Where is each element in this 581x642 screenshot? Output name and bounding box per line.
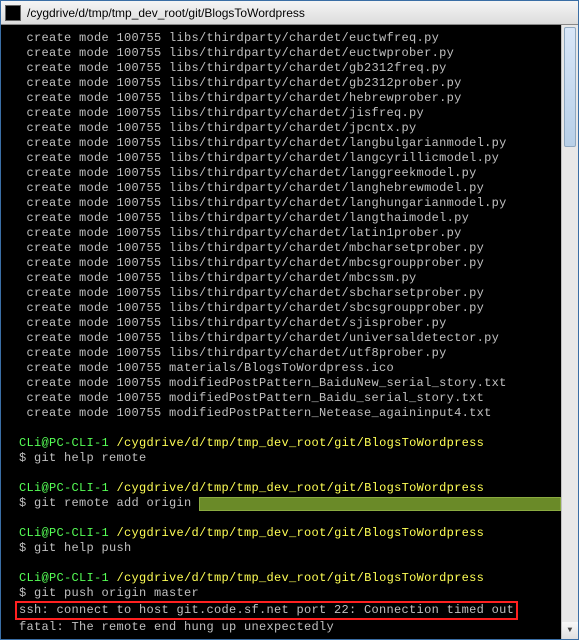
output-line: create mode 100755 libs/thirdparty/chard… [19, 211, 552, 226]
prompt-path: /cygdrive/d/tmp/tmp_dev_root/git/BlogsTo… [117, 571, 485, 585]
output-line: create mode 100755 libs/thirdparty/chard… [19, 166, 552, 181]
app-icon [5, 5, 21, 21]
output-line: create mode 100755 libs/thirdparty/chard… [19, 331, 552, 346]
command-text: git push origin master [34, 586, 199, 600]
prompt-user: CLi@PC-CLI-1 [19, 526, 109, 540]
output-line: create mode 100755 libs/thirdparty/chard… [19, 91, 552, 106]
prompt-line: CLi@PC-CLI-1 /cygdrive/d/tmp/tmp_dev_roo… [19, 436, 552, 451]
titlebar[interactable]: /cygdrive/d/tmp/tmp_dev_root/git/BlogsTo… [1, 1, 578, 25]
output-line: create mode 100755 libs/thirdparty/chard… [19, 271, 552, 286]
output-line: create mode 100755 libs/thirdparty/chard… [19, 106, 552, 121]
error-highlight: ssh: connect to host git.code.sf.net por… [19, 601, 552, 620]
output-line: create mode 100755 libs/thirdparty/chard… [19, 316, 552, 331]
output-line: create mode 100755 libs/thirdparty/chard… [19, 346, 552, 361]
prompt-line: CLi@PC-CLI-1 /cygdrive/d/tmp/tmp_dev_roo… [19, 526, 552, 541]
fatal-error: fatal: The remote end hung up unexpected… [19, 620, 552, 635]
output-line: create mode 100755 modifiedPostPattern_B… [19, 376, 552, 391]
prompt-path: /cygdrive/d/tmp/tmp_dev_root/git/BlogsTo… [117, 481, 485, 495]
output-line: create mode 100755 libs/thirdparty/chard… [19, 136, 552, 151]
output-line: create mode 100755 libs/thirdparty/chard… [19, 76, 552, 91]
output-line: create mode 100755 libs/thirdparty/chard… [19, 151, 552, 166]
output-line: create mode 100755 modifiedPostPattern_N… [19, 406, 552, 421]
scrollbar-thumb[interactable] [564, 27, 576, 147]
prompt-path: /cygdrive/d/tmp/tmp_dev_root/git/BlogsTo… [117, 436, 485, 450]
terminal-content: create mode 100755 libs/thirdparty/chard… [5, 31, 574, 635]
prompt-user: CLi@PC-CLI-1 [19, 436, 109, 450]
output-line: create mode 100755 libs/thirdparty/chard… [19, 226, 552, 241]
ssh-error: ssh: connect to host git.code.sf.net por… [19, 603, 514, 617]
output-line: create mode 100755 materials/BlogsToWord… [19, 361, 552, 376]
output-line: create mode 100755 libs/thirdparty/chard… [19, 256, 552, 271]
command-text: git help push [34, 541, 132, 555]
terminal-body[interactable]: create mode 100755 libs/thirdparty/chard… [1, 25, 578, 639]
scroll-down-icon[interactable]: ▼ [562, 622, 578, 639]
scrollbar[interactable]: ▼ [561, 25, 578, 639]
redacted-region [199, 497, 561, 511]
prompt-line: CLi@PC-CLI-1 /cygdrive/d/tmp/tmp_dev_roo… [19, 571, 552, 586]
prompt-path: /cygdrive/d/tmp/tmp_dev_root/git/BlogsTo… [117, 526, 485, 540]
command-line: $ git help remote [19, 451, 552, 466]
window-title: /cygdrive/d/tmp/tmp_dev_root/git/BlogsTo… [27, 6, 305, 20]
command-line: $ git remote add origin [19, 496, 552, 511]
output-line: create mode 100755 libs/thirdparty/chard… [19, 31, 552, 46]
prompt-line: CLi@PC-CLI-1 /cygdrive/d/tmp/tmp_dev_roo… [19, 481, 552, 496]
output-line: create mode 100755 libs/thirdparty/chard… [19, 61, 552, 76]
output-line: create mode 100755 libs/thirdparty/chard… [19, 181, 552, 196]
output-line: create mode 100755 modifiedPostPattern_B… [19, 391, 552, 406]
output-line: create mode 100755 libs/thirdparty/chard… [19, 196, 552, 211]
command-text: git remote add origin [34, 496, 199, 510]
command-line: $ git push origin master [19, 586, 552, 601]
output-line: create mode 100755 libs/thirdparty/chard… [19, 301, 552, 316]
terminal-window: /cygdrive/d/tmp/tmp_dev_root/git/BlogsTo… [0, 0, 579, 640]
output-line: create mode 100755 libs/thirdparty/chard… [19, 286, 552, 301]
output-line: create mode 100755 libs/thirdparty/chard… [19, 241, 552, 256]
prompt-user: CLi@PC-CLI-1 [19, 481, 109, 495]
prompt-user: CLi@PC-CLI-1 [19, 571, 109, 585]
command-text: git help remote [34, 451, 147, 465]
output-line: create mode 100755 libs/thirdparty/chard… [19, 46, 552, 61]
output-line: create mode 100755 libs/thirdparty/chard… [19, 121, 552, 136]
command-line: $ git help push [19, 541, 552, 556]
